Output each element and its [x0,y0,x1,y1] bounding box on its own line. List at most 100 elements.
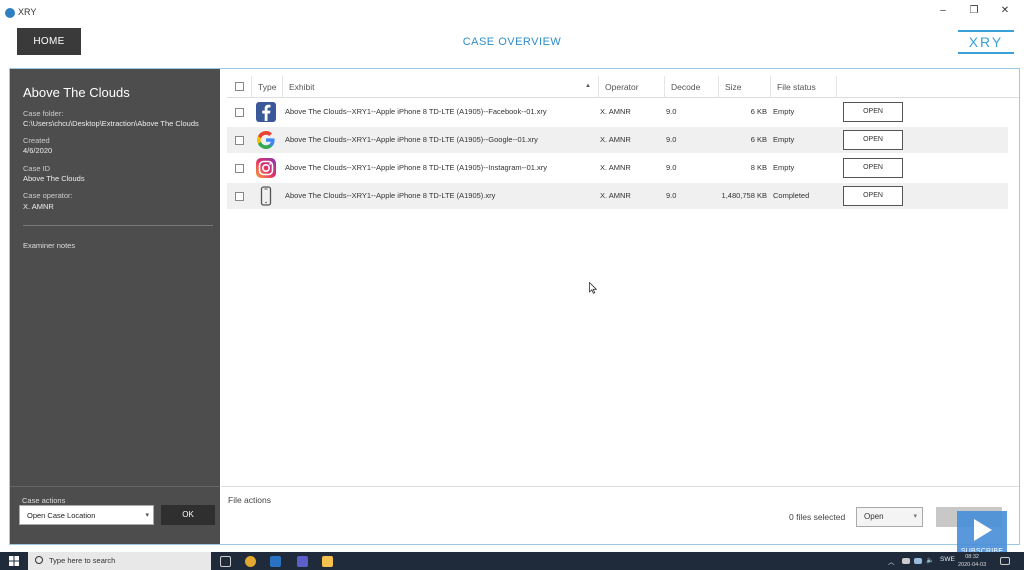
row-file-status: Empty [773,135,795,144]
row-operator: X. AMNR [600,163,631,172]
row-decode: 9.0 [666,163,677,172]
row-operator: X. AMNR [600,191,631,200]
case-actions-dropdown[interactable]: Open Case Location ▾ [19,505,154,525]
chevron-down-icon: ▾ [913,513,917,520]
subscribe-overlay[interactable]: SUBSCRIBE [957,511,1007,557]
exhibit-table-panel: Type Exhibit ▲ Operator Decode Size File… [221,69,1019,544]
row-checkbox[interactable] [235,136,244,145]
chrome-icon[interactable] [245,556,256,567]
row-file-status: Empty [773,163,795,172]
row-size: 6 KB [750,107,767,116]
sidebar-divider [10,486,220,487]
clock-date: 2020-04-03 [958,562,987,568]
table-row[interactable]: Above The Clouds--XRY1--Apple iPhone 8 T… [227,99,1008,125]
file-explorer-icon[interactable] [322,556,333,567]
restore-button[interactable]: ❐ [966,5,982,16]
row-exhibit: Above The Clouds--XRY1--Apple iPhone 8 T… [285,163,548,172]
ok-button[interactable]: OK [161,505,215,525]
row-file-status: Empty [773,107,795,116]
row-checkbox[interactable] [235,108,244,117]
row-exhibit: Above The Clouds--XRY1--Apple iPhone 8 T… [285,107,547,116]
row-decode: 9.0 [666,107,677,116]
minimize-button[interactable]: – [935,5,951,16]
table-header: Type Exhibit ▲ Operator Decode Size File… [227,76,1019,98]
column-header-type[interactable]: Type [251,76,282,98]
search-icon [35,556,43,564]
row-checkbox[interactable] [235,192,244,201]
facebook-icon [256,102,276,122]
close-button[interactable]: ✕ [997,5,1013,16]
case-name: Above The Clouds [23,85,130,100]
case-actions-label: Case actions [22,496,66,505]
file-action-selected: Open [864,512,884,521]
sort-ascending-icon: ▲ [585,83,591,89]
row-decode: 9.0 [666,135,677,144]
table-row[interactable]: Above The Clouds--XRY1--Apple iPhone 8 T… [227,183,1008,209]
case-id-value: Above The Clouds [23,174,85,183]
teams-icon[interactable] [297,556,308,567]
xry-app-icon [5,8,15,18]
windows-start-icon[interactable] [9,556,19,566]
row-size: 8 KB [750,163,767,172]
examiner-notes-label: Examiner notes [23,241,76,250]
taskbar-search[interactable]: Type here to search [28,552,211,570]
column-header-decode[interactable]: Decode [664,76,718,98]
created-value: 4/6/2020 [23,146,53,155]
notifications-icon[interactable] [1000,557,1010,565]
language-indicator[interactable]: SWE [940,556,955,563]
clock-time: 08:32 [965,554,979,560]
taskbar-search-placeholder: Type here to search [49,556,116,565]
column-header-size[interactable]: Size [718,76,770,98]
window-titlebar: XRY – ❐ ✕ [0,0,1024,26]
row-checkbox[interactable] [235,164,244,173]
open-button[interactable]: OPEN [843,186,903,206]
column-header-exhibit[interactable]: Exhibit [282,76,598,98]
xry-logo: XRY [958,30,1014,54]
row-exhibit: Above The Clouds--XRY1--Apple iPhone 8 T… [285,191,496,200]
task-view-icon[interactable] [220,556,231,567]
file-actions-divider [221,486,1019,487]
column-header-operator[interactable]: Operator [598,76,664,98]
case-folder-value: C:\Users\chcu\Desktop\Extraction\Above T… [23,119,199,128]
battery-icon[interactable] [902,558,910,564]
taskbar-clock[interactable]: 08:32 2020-04-03 [958,553,986,569]
open-button[interactable]: OPEN [843,158,903,178]
play-icon [974,519,992,541]
files-selected-count: 0 files selected [789,512,846,522]
network-icon[interactable] [914,558,922,564]
file-action-dropdown[interactable]: Open ▾ [856,507,923,527]
column-header-file-status[interactable]: File status [770,76,836,98]
chevron-down-icon: ▾ [145,512,149,519]
row-file-status: Completed [773,191,810,200]
row-size: 6 KB [750,135,767,144]
created-label: Created [23,136,50,145]
table-row[interactable]: Above The Clouds--XRY1--Apple iPhone 8 T… [227,155,1008,181]
table-row[interactable]: Above The Clouds--XRY1--Apple iPhone 8 T… [227,127,1008,153]
tray-chevron-icon[interactable]: ︿ [888,556,895,566]
instagram-icon [256,158,276,178]
google-icon [257,131,275,149]
app-header: HOME CASE OVERVIEW XRY [0,26,1024,62]
column-divider [836,76,837,98]
open-button[interactable]: OPEN [843,102,903,122]
file-actions-label: File actions [228,495,271,505]
row-operator: X. AMNR [600,107,631,116]
open-button[interactable]: OPEN [843,130,903,150]
case-operator-value: X. AMNR [23,202,54,211]
volume-icon[interactable]: 🔈 [926,556,934,564]
sidebar-divider [23,225,213,226]
case-id-label: Case ID [23,164,51,173]
case-folder-label: Case folder: [23,109,64,118]
row-operator: X. AMNR [600,135,631,144]
row-size: 1,480,758 KB [721,191,767,200]
select-all-checkbox[interactable] [235,82,244,91]
row-exhibit: Above The Clouds--XRY1--Apple iPhone 8 T… [285,135,538,144]
mouse-cursor-icon [589,282,597,294]
windows-taskbar: Type here to search ︿ 🔈 SWE 08:32 2020-0… [0,552,1024,570]
page-title: CASE OVERVIEW [462,36,562,48]
row-decode: 9.0 [666,191,677,200]
window-title: XRY [18,7,37,17]
phone-icon [260,186,272,206]
case-sidebar: Above The Clouds Case folder: C:\Users\c… [10,69,220,544]
outlook-icon[interactable] [270,556,281,567]
